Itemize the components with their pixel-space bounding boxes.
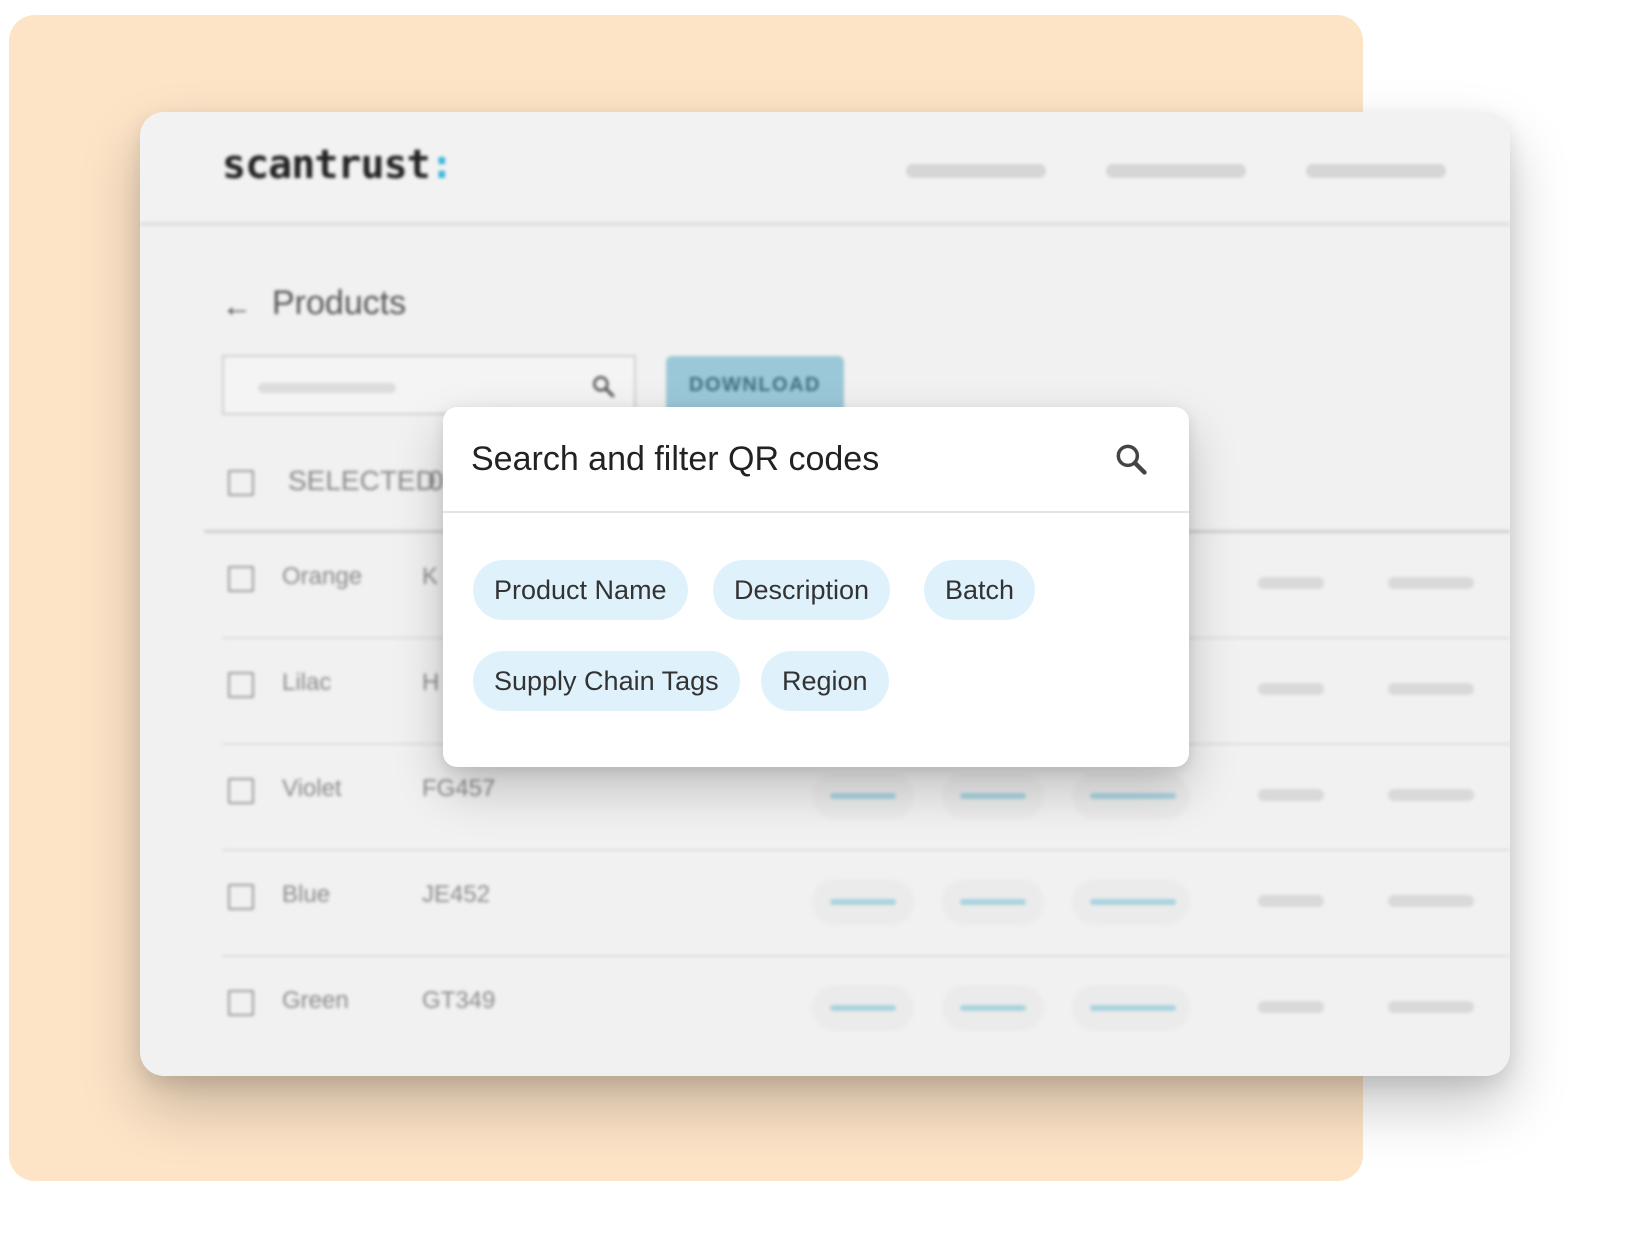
row-checkbox[interactable] bbox=[228, 884, 254, 910]
row-name: Lilac bbox=[282, 669, 332, 696]
row-bar bbox=[1388, 895, 1474, 907]
tag-pill bbox=[1072, 985, 1190, 1031]
search-placeholder bbox=[258, 383, 396, 393]
search-icon[interactable] bbox=[1112, 440, 1150, 483]
top-header: scantrust: bbox=[140, 112, 1510, 226]
row-bar bbox=[1388, 577, 1474, 589]
tag-pill bbox=[942, 985, 1044, 1031]
search-icon bbox=[590, 373, 616, 404]
row-code: GT349 bbox=[422, 987, 496, 1014]
tag-pill bbox=[942, 879, 1044, 925]
row-bar bbox=[1388, 1001, 1474, 1013]
modal-title: Search and filter QR codes bbox=[471, 440, 880, 478]
nav-placeholder-2[interactable] bbox=[1106, 164, 1246, 178]
row-checkbox[interactable] bbox=[228, 990, 254, 1016]
tag-pill bbox=[1072, 879, 1190, 925]
tag-pill bbox=[942, 773, 1044, 819]
filter-chip-description[interactable]: Description bbox=[713, 560, 891, 620]
select-all-checkbox[interactable] bbox=[228, 470, 254, 496]
filter-chip-batch[interactable]: Batch bbox=[924, 560, 1036, 620]
row-bar bbox=[1258, 789, 1324, 801]
filter-chip-supply-chain-tags[interactable]: Supply Chain Tags bbox=[473, 651, 740, 711]
row-bar bbox=[1258, 577, 1324, 589]
search-filter-modal: Search and filter QR codes Product Name … bbox=[443, 407, 1189, 767]
selected-label: SELECTED bbox=[288, 465, 436, 496]
nav-placeholder-3[interactable] bbox=[1306, 164, 1446, 178]
row-code: K bbox=[422, 563, 439, 590]
logo-text: scantrust bbox=[222, 142, 431, 188]
tag-pill bbox=[812, 879, 914, 925]
row-checkbox[interactable] bbox=[228, 672, 254, 698]
row-bar bbox=[1258, 683, 1324, 695]
row-name: Orange bbox=[282, 563, 363, 590]
row-bar bbox=[1258, 1001, 1324, 1013]
page-title: Products bbox=[272, 284, 407, 322]
logo-dot: : bbox=[429, 142, 454, 188]
row-name: Blue bbox=[282, 881, 331, 908]
logo[interactable]: scantrust: bbox=[222, 142, 454, 188]
product-search-input[interactable] bbox=[222, 355, 636, 415]
selected-count: 0 bbox=[428, 465, 444, 496]
row-code: JE452 bbox=[422, 881, 491, 908]
tag-pill bbox=[812, 985, 914, 1031]
nav-placeholder-1[interactable] bbox=[906, 164, 1046, 178]
row-bar bbox=[1388, 789, 1474, 801]
row-name: Green bbox=[282, 987, 349, 1014]
row-checkbox[interactable] bbox=[228, 778, 254, 804]
table-row[interactable]: Green GT349 bbox=[222, 957, 1510, 1063]
download-button[interactable]: DOWNLOAD bbox=[666, 356, 844, 414]
row-bar bbox=[1258, 895, 1324, 907]
row-code: H bbox=[422, 669, 440, 696]
row-name: Violet bbox=[282, 775, 342, 802]
tag-pill bbox=[1072, 773, 1190, 819]
row-checkbox[interactable] bbox=[228, 566, 254, 592]
back-arrow-icon[interactable]: ← bbox=[222, 290, 252, 324]
filter-chip-region[interactable]: Region bbox=[761, 651, 889, 711]
tag-pill bbox=[812, 773, 914, 819]
row-bar bbox=[1388, 683, 1474, 695]
table-row[interactable]: Blue JE452 bbox=[222, 851, 1510, 957]
modal-divider bbox=[443, 511, 1189, 513]
filter-chip-product-name[interactable]: Product Name bbox=[473, 560, 688, 620]
row-code: FG457 bbox=[422, 775, 496, 802]
